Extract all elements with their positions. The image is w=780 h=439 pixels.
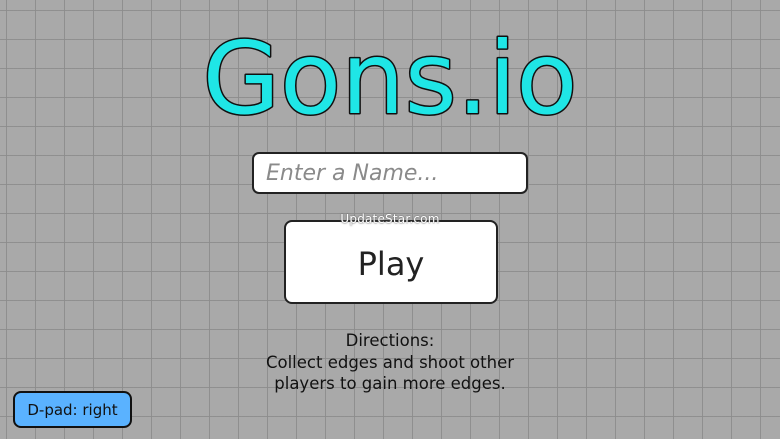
game-title: Gons.io (201, 19, 579, 139)
directions-panel: Directions: Collect edges and shoot othe… (190, 330, 590, 395)
play-button[interactable]: Play (284, 220, 498, 304)
directions-line-1: Collect edges and shoot other (265, 352, 514, 372)
watermark-text: UpdateStar.com (340, 212, 440, 226)
directions-line-2: players to gain more edges. (274, 374, 506, 393)
dpad-toggle-button[interactable]: D-pad: right (13, 391, 132, 428)
name-input[interactable] (252, 152, 528, 194)
directions-heading: Directions: (345, 331, 435, 350)
game-title-text: Gons.io (203, 20, 578, 137)
